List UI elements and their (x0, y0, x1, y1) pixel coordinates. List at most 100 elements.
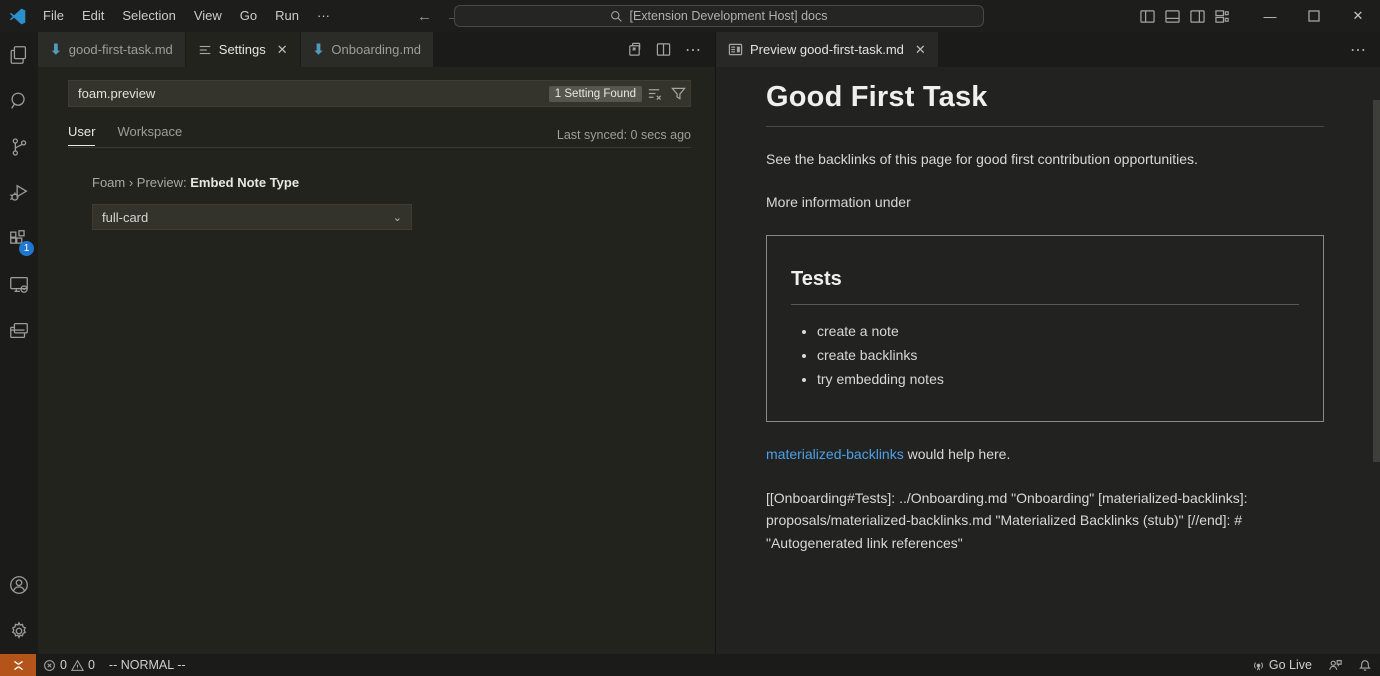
link-reference-text: [[Onboarding#Tests]: ../Onboarding.md "O… (766, 487, 1336, 554)
tab-preview-good-first-task[interactable]: Preview good-first-task.md ✕ (716, 32, 939, 67)
list-item: create a note (817, 323, 1299, 339)
command-center[interactable]: [Extension Development Host] docs (454, 5, 984, 27)
source-control-icon[interactable] (0, 124, 38, 170)
go-live-button[interactable]: Go Live (1244, 654, 1320, 676)
editor-area: ⬇ good-first-task.md Settings ✕ ⬇ Onboar… (38, 32, 1380, 654)
menu-more[interactable]: ··· (308, 5, 339, 27)
extensions-badge: 1 (19, 241, 34, 256)
more-actions-icon[interactable]: ⋯ (1350, 40, 1366, 60)
markdown-preview-pane: Good First Task See the backlinks of thi… (716, 67, 1380, 654)
feedback-button[interactable] (1320, 654, 1350, 676)
remote-icon (12, 659, 25, 672)
error-count: 0 (60, 658, 67, 672)
close-tab-icon[interactable]: ✕ (915, 42, 926, 58)
setting-title: Foam › Preview: Embed Note Type (92, 175, 412, 190)
filter-settings-icon[interactable] (666, 86, 690, 101)
warnings-icon (71, 659, 84, 672)
settings-gear-icon[interactable] (0, 608, 38, 654)
menu-edit[interactable]: Edit (73, 5, 113, 27)
chevron-down-icon: ⌄ (393, 211, 402, 224)
errors-icon (43, 659, 56, 672)
menu-view[interactable]: View (185, 5, 231, 27)
embed-note-type-select[interactable]: full-card ⌄ (92, 204, 412, 230)
last-synced-label: Last synced: 0 secs ago (557, 128, 691, 142)
minimize-button[interactable]: — (1248, 0, 1292, 32)
tab-onboarding[interactable]: ⬇ Onboarding.md (301, 32, 434, 67)
materialized-backlinks-link[interactable]: materialized-backlinks (766, 446, 904, 462)
search-icon[interactable] (0, 78, 38, 124)
back-arrow-icon[interactable]: ← (417, 8, 432, 25)
scope-tab-workspace[interactable]: Workspace (117, 124, 182, 145)
broadcast-icon (1252, 659, 1265, 672)
editor-group-left: ⬇ good-first-task.md Settings ✕ ⬇ Onboar… (38, 32, 716, 654)
setting-category: Foam › Preview: (92, 175, 190, 190)
warning-count: 0 (88, 658, 95, 672)
command-center-label: [Extension Development Host] docs (629, 9, 827, 23)
explorer-icon[interactable] (0, 32, 38, 78)
remote-indicator-button[interactable] (0, 654, 36, 676)
remote-explorer-icon[interactable] (0, 262, 38, 308)
setting-embed-note-type: Foam › Preview: Embed Note Type full-car… (92, 175, 412, 230)
run-and-debug-icon[interactable] (0, 170, 38, 216)
activity-bar: 1 (0, 32, 38, 654)
extensions-icon[interactable]: 1 (0, 216, 38, 262)
clear-search-filters-icon[interactable] (642, 86, 666, 101)
right-tabbar: Preview good-first-task.md ✕ ⋯ (716, 32, 1380, 67)
close-tab-icon[interactable]: ✕ (277, 42, 288, 58)
note-card-list: create a note create backlinks try embed… (817, 323, 1299, 387)
bell-icon (1358, 658, 1372, 672)
setting-name: Embed Note Type (190, 175, 299, 190)
preview-paragraph: More information under (766, 192, 1324, 213)
accounts-icon[interactable] (0, 562, 38, 608)
split-editor-icon[interactable] (656, 42, 671, 57)
settings-editor-icon (198, 43, 212, 57)
search-icon (610, 10, 623, 23)
close-window-button[interactable]: ✕ (1336, 0, 1380, 32)
panels-icon[interactable] (0, 308, 38, 354)
editor-group-right: Preview good-first-task.md ✕ ⋯ Good Firs… (716, 32, 1380, 654)
preview-scrollbar[interactable] (1373, 100, 1380, 462)
markdown-file-icon: ⬇ (50, 41, 62, 58)
note-card-title: Tests (791, 268, 1299, 305)
select-value: full-card (102, 210, 148, 225)
problems-indicator[interactable]: 0 0 (36, 654, 102, 676)
tab-label: Preview good-first-task.md (750, 42, 904, 57)
tab-label: good-first-task.md (69, 42, 173, 57)
scope-tab-user[interactable]: User (68, 124, 95, 146)
vim-mode-indicator[interactable]: -- NORMAL -- (102, 654, 193, 676)
go-live-label: Go Live (1269, 658, 1312, 672)
settings-search-input[interactable]: foam.preview 1 Setting Found (68, 80, 691, 107)
tab-label: Onboarding.md (331, 42, 421, 57)
menu-selection[interactable]: Selection (113, 5, 184, 27)
maximize-button[interactable] (1292, 0, 1336, 32)
preview-link-paragraph: materialized-backlinks would help here. (766, 444, 1324, 465)
titlebar: File Edit Selection View Go Run ··· ← → … (0, 0, 1380, 32)
toggle-sidebar-icon[interactable] (1140, 9, 1155, 24)
notifications-button[interactable] (1350, 654, 1380, 676)
markdown-preview-icon (728, 42, 743, 57)
preview-paragraph: See the backlinks of this page for good … (766, 149, 1324, 170)
left-tabbar: ⬇ good-first-task.md Settings ✕ ⬇ Onboar… (38, 32, 715, 67)
preview-title: Good First Task (766, 81, 1324, 127)
list-item: create backlinks (817, 347, 1299, 363)
tab-good-first-task[interactable]: ⬇ good-first-task.md (38, 32, 186, 67)
markdown-file-icon: ⬇ (313, 41, 325, 58)
customize-layout-icon[interactable] (1215, 9, 1230, 24)
settings-scope-row: User Workspace Last synced: 0 secs ago (68, 122, 691, 148)
menu-run[interactable]: Run (266, 5, 308, 27)
open-settings-json-icon[interactable] (627, 42, 642, 57)
embedded-note-card: Tests create a note create backlinks try… (766, 235, 1324, 422)
status-bar: 0 0 -- NORMAL -- Go Live (0, 654, 1380, 676)
vscode-logo-icon (0, 8, 34, 25)
feedback-icon (1328, 658, 1342, 672)
settings-result-count-badge: 1 Setting Found (549, 86, 642, 102)
toggle-secondary-sidebar-icon[interactable] (1190, 9, 1205, 24)
vim-mode-text: -- NORMAL -- (109, 658, 186, 672)
menu-file[interactable]: File (34, 5, 73, 27)
settings-editor: foam.preview 1 Setting Found User Worksp… (38, 67, 715, 654)
more-actions-icon[interactable]: ⋯ (685, 40, 701, 60)
tab-settings[interactable]: Settings ✕ (186, 32, 301, 67)
menu-go[interactable]: Go (231, 5, 266, 27)
list-item: try embedding notes (817, 371, 1299, 387)
toggle-panel-icon[interactable] (1165, 9, 1180, 24)
